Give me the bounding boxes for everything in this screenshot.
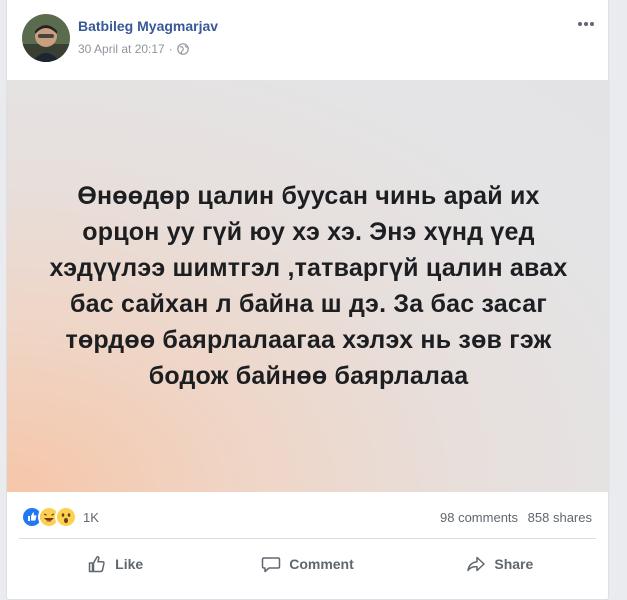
comment-icon bbox=[261, 557, 281, 573]
share-button[interactable]: Share bbox=[404, 540, 596, 588]
post-stats: 1K 98 comments 858 shares bbox=[7, 494, 608, 538]
meta-separator: · bbox=[168, 42, 173, 56]
avatar[interactable] bbox=[22, 14, 70, 62]
post-text: Өнөөдөр цалин буусан чинь арай их орцон … bbox=[49, 182, 568, 390]
shares-count[interactable]: 858 shares bbox=[528, 510, 592, 525]
thumbs-up-icon bbox=[88, 556, 105, 573]
comment-button[interactable]: Comment bbox=[211, 540, 403, 588]
comments-count[interactable]: 98 comments bbox=[440, 510, 518, 525]
post-card: Batbileg Myagmarjav 30 April at 20:17 · … bbox=[6, 0, 610, 600]
wow-reaction-icon[interactable] bbox=[55, 506, 77, 528]
post-timestamp[interactable]: 30 April at 20:17 bbox=[78, 42, 165, 56]
reactions-summary[interactable]: 1K bbox=[21, 506, 99, 528]
more-options-icon[interactable] bbox=[574, 14, 598, 34]
like-label: Like bbox=[115, 556, 144, 572]
like-button[interactable]: Like bbox=[19, 540, 211, 588]
post-background: Өнөөдөр цалин буусан чинь арай их орцон … bbox=[7, 80, 610, 492]
post-meta: 30 April at 20:17 · bbox=[78, 42, 189, 56]
share-label: Share bbox=[494, 556, 534, 572]
share-arrow-icon bbox=[467, 556, 486, 572]
engagement-counts: 98 comments 858 shares bbox=[440, 510, 592, 525]
globe-icon[interactable] bbox=[176, 43, 189, 55]
action-bar: Like Comment Share bbox=[19, 540, 596, 588]
post-header: Batbileg Myagmarjav 30 April at 20:17 · bbox=[7, 0, 608, 80]
avatar-image bbox=[22, 14, 70, 62]
divider bbox=[19, 538, 596, 539]
comment-label: Comment bbox=[289, 556, 354, 572]
author-name[interactable]: Batbileg Myagmarjav bbox=[78, 18, 218, 34]
reaction-count[interactable]: 1K bbox=[83, 510, 99, 525]
